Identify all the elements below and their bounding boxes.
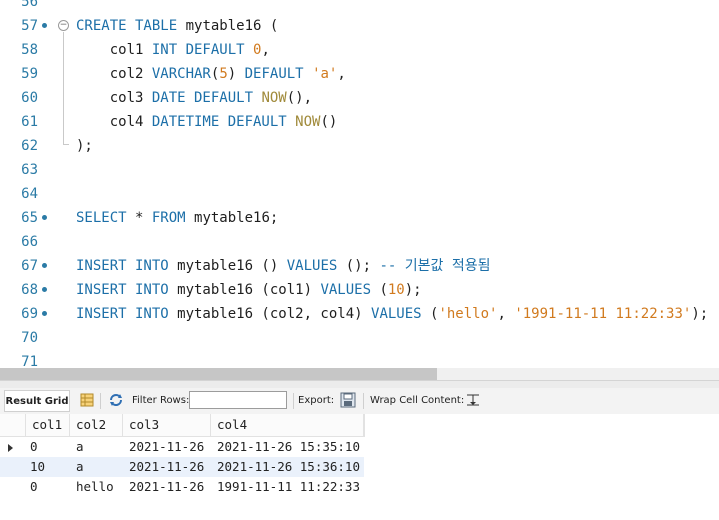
- editor-line[interactable]: 63: [0, 158, 719, 182]
- sql-editor[interactable]: 56 57− CREATE TABLE mytable16 (58 col1 INT…: [0, 0, 719, 368]
- line-number: 57: [21, 18, 38, 34]
- fold-toggle-icon[interactable]: −: [58, 20, 69, 31]
- editor-line[interactable]: 69 INSERT INTO mytable16 (col2, col4) VAL…: [0, 302, 719, 326]
- export-icon[interactable]: [340, 388, 356, 414]
- cell[interactable]: 10: [24, 457, 45, 477]
- line-number: 59: [21, 66, 38, 82]
- editor-line[interactable]: 65 SELECT * FROM mytable16;: [0, 206, 719, 230]
- filter-rows-input[interactable]: [189, 391, 287, 409]
- statement-marker-icon[interactable]: [42, 215, 47, 220]
- editor-line[interactable]: 66: [0, 230, 719, 254]
- cell[interactable]: 2021-11-26: [123, 437, 204, 457]
- result-grid-tab[interactable]: Result Grid: [4, 390, 70, 412]
- line-number: 65: [21, 210, 38, 226]
- editor-line[interactable]: 64: [0, 182, 719, 206]
- wrap-icon[interactable]: [466, 388, 480, 414]
- cell[interactable]: 2021-11-26 15:35:10: [211, 437, 360, 457]
- wrap-cell-content-label: Wrap Cell Content:: [370, 395, 465, 406]
- line-number: 69: [21, 306, 38, 322]
- column-header-col1[interactable]: col1: [26, 414, 70, 436]
- line-number: 67: [21, 258, 38, 274]
- code-text[interactable]: INSERT INTO mytable16 (col2, col4) VALUE…: [76, 302, 708, 326]
- line-number: 62: [21, 138, 38, 154]
- column-header-col2[interactable]: col2: [70, 414, 123, 436]
- column-header-col4[interactable]: col4: [211, 414, 364, 436]
- column-header-col3[interactable]: col3: [123, 414, 211, 436]
- line-number: 61: [21, 114, 38, 130]
- editor-line[interactable]: 57 − CREATE TABLE mytable16 (: [0, 14, 719, 38]
- editor-line[interactable]: 59 col2 VARCHAR(5) DEFAULT 'a',: [0, 62, 719, 86]
- refresh-icon[interactable]: [108, 388, 124, 414]
- code-text[interactable]: col4 DATETIME DEFAULT NOW(): [76, 110, 338, 134]
- line-number: 66: [21, 234, 38, 250]
- table-row[interactable]: 10 a 2021-11-26 2021-11-26 15:36:10: [0, 457, 364, 477]
- editor-horizontal-scrollbar[interactable]: [0, 368, 719, 380]
- line-number: 71: [21, 354, 38, 368]
- table-row[interactable]: 0 hello 2021-11-26 1991-11-11 11:22:33: [0, 477, 364, 497]
- editor-line[interactable]: 61 col4 DATETIME DEFAULT NOW(): [0, 110, 719, 134]
- statement-marker-icon[interactable]: [42, 263, 47, 268]
- editor-line[interactable]: 70: [0, 326, 719, 350]
- cell[interactable]: 2021-11-26: [123, 477, 204, 497]
- cell[interactable]: 0: [24, 477, 38, 497]
- code-text[interactable]: col2 VARCHAR(5) DEFAULT 'a',: [76, 62, 346, 86]
- code-text[interactable]: col3 DATE DEFAULT NOW(),: [76, 86, 312, 110]
- code-text[interactable]: CREATE TABLE mytable16 (: [76, 14, 278, 38]
- editor-line[interactable]: 71: [0, 350, 719, 368]
- table-row[interactable]: 0 a 2021-11-26 2021-11-26 15:35:10: [0, 437, 364, 457]
- editor-line[interactable]: 56: [0, 0, 719, 14]
- grid-header: col1 col2 col3 col4: [0, 414, 365, 437]
- cell[interactable]: a: [70, 437, 84, 457]
- line-number: 70: [21, 330, 38, 346]
- cell[interactable]: 2021-11-26: [123, 457, 204, 477]
- code-text[interactable]: INSERT INTO mytable16 () VALUES (); -- 기…: [76, 254, 490, 278]
- scrollbar-thumb[interactable]: [0, 368, 437, 380]
- editor-line[interactable]: 58 col1 INT DEFAULT 0,: [0, 38, 719, 62]
- current-row-indicator: [8, 444, 13, 452]
- line-number: 60: [21, 90, 38, 106]
- statement-marker-icon[interactable]: [42, 23, 47, 28]
- row-header-corner: [0, 414, 26, 436]
- cell[interactable]: 2021-11-26 15:36:10: [211, 457, 360, 477]
- cell[interactable]: 0: [24, 437, 38, 457]
- line-number: 68: [21, 282, 38, 298]
- editor-line[interactable]: 60 col3 DATE DEFAULT NOW(),: [0, 86, 719, 110]
- filter-rows-label: Filter Rows:: [132, 395, 190, 406]
- result-grid[interactable]: col1 col2 col3 col4 0 a 2021-11-26 2021-…: [0, 414, 719, 520]
- export-label: Export:: [298, 395, 335, 406]
- editor-line[interactable]: 62);: [0, 134, 719, 158]
- code-text[interactable]: SELECT * FROM mytable16;: [76, 206, 278, 230]
- cell[interactable]: a: [70, 457, 84, 477]
- result-toolbar: Result Grid Filter Rows: Export: Wrap Ce…: [0, 388, 719, 415]
- line-number: 56: [21, 0, 38, 10]
- statement-marker-icon[interactable]: [42, 311, 47, 316]
- line-number: 58: [21, 42, 38, 58]
- editor-line[interactable]: 67 INSERT INTO mytable16 () VALUES (); --…: [0, 254, 719, 278]
- cell[interactable]: 1991-11-11 11:22:33: [211, 477, 360, 497]
- line-number: 64: [21, 186, 38, 202]
- cell[interactable]: hello: [70, 477, 114, 497]
- code-text[interactable]: );: [76, 134, 93, 158]
- editor-line[interactable]: 68 INSERT INTO mytable16 (col1) VALUES (1…: [0, 278, 719, 302]
- code-text[interactable]: INSERT INTO mytable16 (col1) VALUES (10)…: [76, 278, 422, 302]
- statement-marker-icon[interactable]: [42, 287, 47, 292]
- code-text[interactable]: col1 INT DEFAULT 0,: [76, 38, 270, 62]
- line-number: 63: [21, 162, 38, 178]
- grid-icon[interactable]: [80, 388, 94, 414]
